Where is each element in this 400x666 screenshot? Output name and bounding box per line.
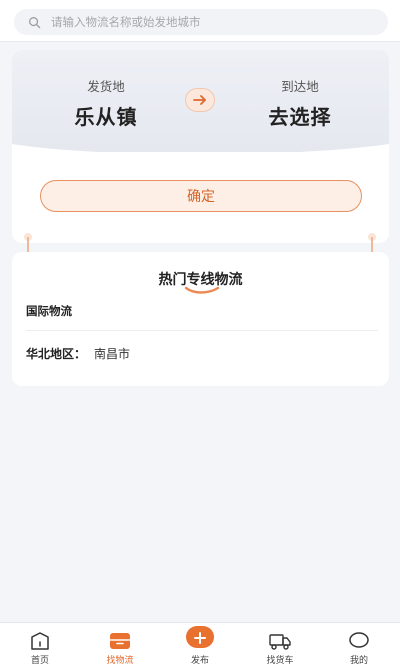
tab-home[interactable]: 首页 xyxy=(5,623,75,666)
user-icon xyxy=(349,632,369,648)
logistics-icon xyxy=(110,633,130,649)
arrow-right-icon xyxy=(193,95,206,105)
hot-lines-card: 热门专线物流 国际物流 华北地区： 南昌市 xyxy=(12,252,389,386)
international-logistics-label[interactable]: 国际物流 xyxy=(26,303,72,319)
search-placeholder[interactable]: 请输入物流名称或始发地城市 xyxy=(51,14,201,30)
tab-home-label: 首页 xyxy=(30,656,49,666)
wave-divider xyxy=(12,144,389,166)
tab-publish[interactable]: 发布 xyxy=(165,623,235,666)
region-city-link[interactable]: 南昌市 xyxy=(94,347,130,361)
region-row: 华北地区： 南昌市 xyxy=(26,345,130,362)
destination-city[interactable]: 去选择 xyxy=(230,101,370,130)
tab-find-logistics-label: 找物流 xyxy=(106,656,134,666)
confirm-button[interactable]: 确定 xyxy=(40,180,362,212)
truck-icon xyxy=(269,634,291,650)
destination-selector[interactable]: 到达地 去选择 xyxy=(230,76,370,130)
tab-mine-label: 我的 xyxy=(349,656,368,666)
origin-label: 发货地 xyxy=(87,79,125,94)
search-icon xyxy=(29,16,41,28)
route-card: 发货地 乐从镇 到达地 去选择 确定 xyxy=(12,50,389,243)
header-bar: 请输入物流名称或始发地城市 xyxy=(0,0,400,42)
plus-icon xyxy=(194,632,206,644)
tab-mine[interactable]: 我的 xyxy=(324,623,394,666)
tab-publish-label: 发布 xyxy=(190,656,209,666)
tab-find-truck[interactable]: 找货车 xyxy=(245,623,315,666)
home-icon xyxy=(31,632,49,650)
search-bar[interactable]: 请输入物流名称或始发地城市 xyxy=(14,9,388,35)
swap-direction-button[interactable] xyxy=(185,88,215,112)
origin-selector[interactable]: 发货地 乐从镇 xyxy=(36,76,176,130)
origin-city[interactable]: 乐从镇 xyxy=(36,101,176,130)
region-label: 华北地区： xyxy=(26,347,87,361)
tab-find-logistics[interactable]: 找物流 xyxy=(85,623,155,666)
divider xyxy=(26,330,378,331)
title-swoosh xyxy=(184,286,220,294)
bottom-tab-bar: 首页 找物流 发布 找货车 我的 xyxy=(0,622,400,666)
destination-label: 到达地 xyxy=(281,79,319,94)
tab-find-truck-label: 找货车 xyxy=(266,656,294,666)
